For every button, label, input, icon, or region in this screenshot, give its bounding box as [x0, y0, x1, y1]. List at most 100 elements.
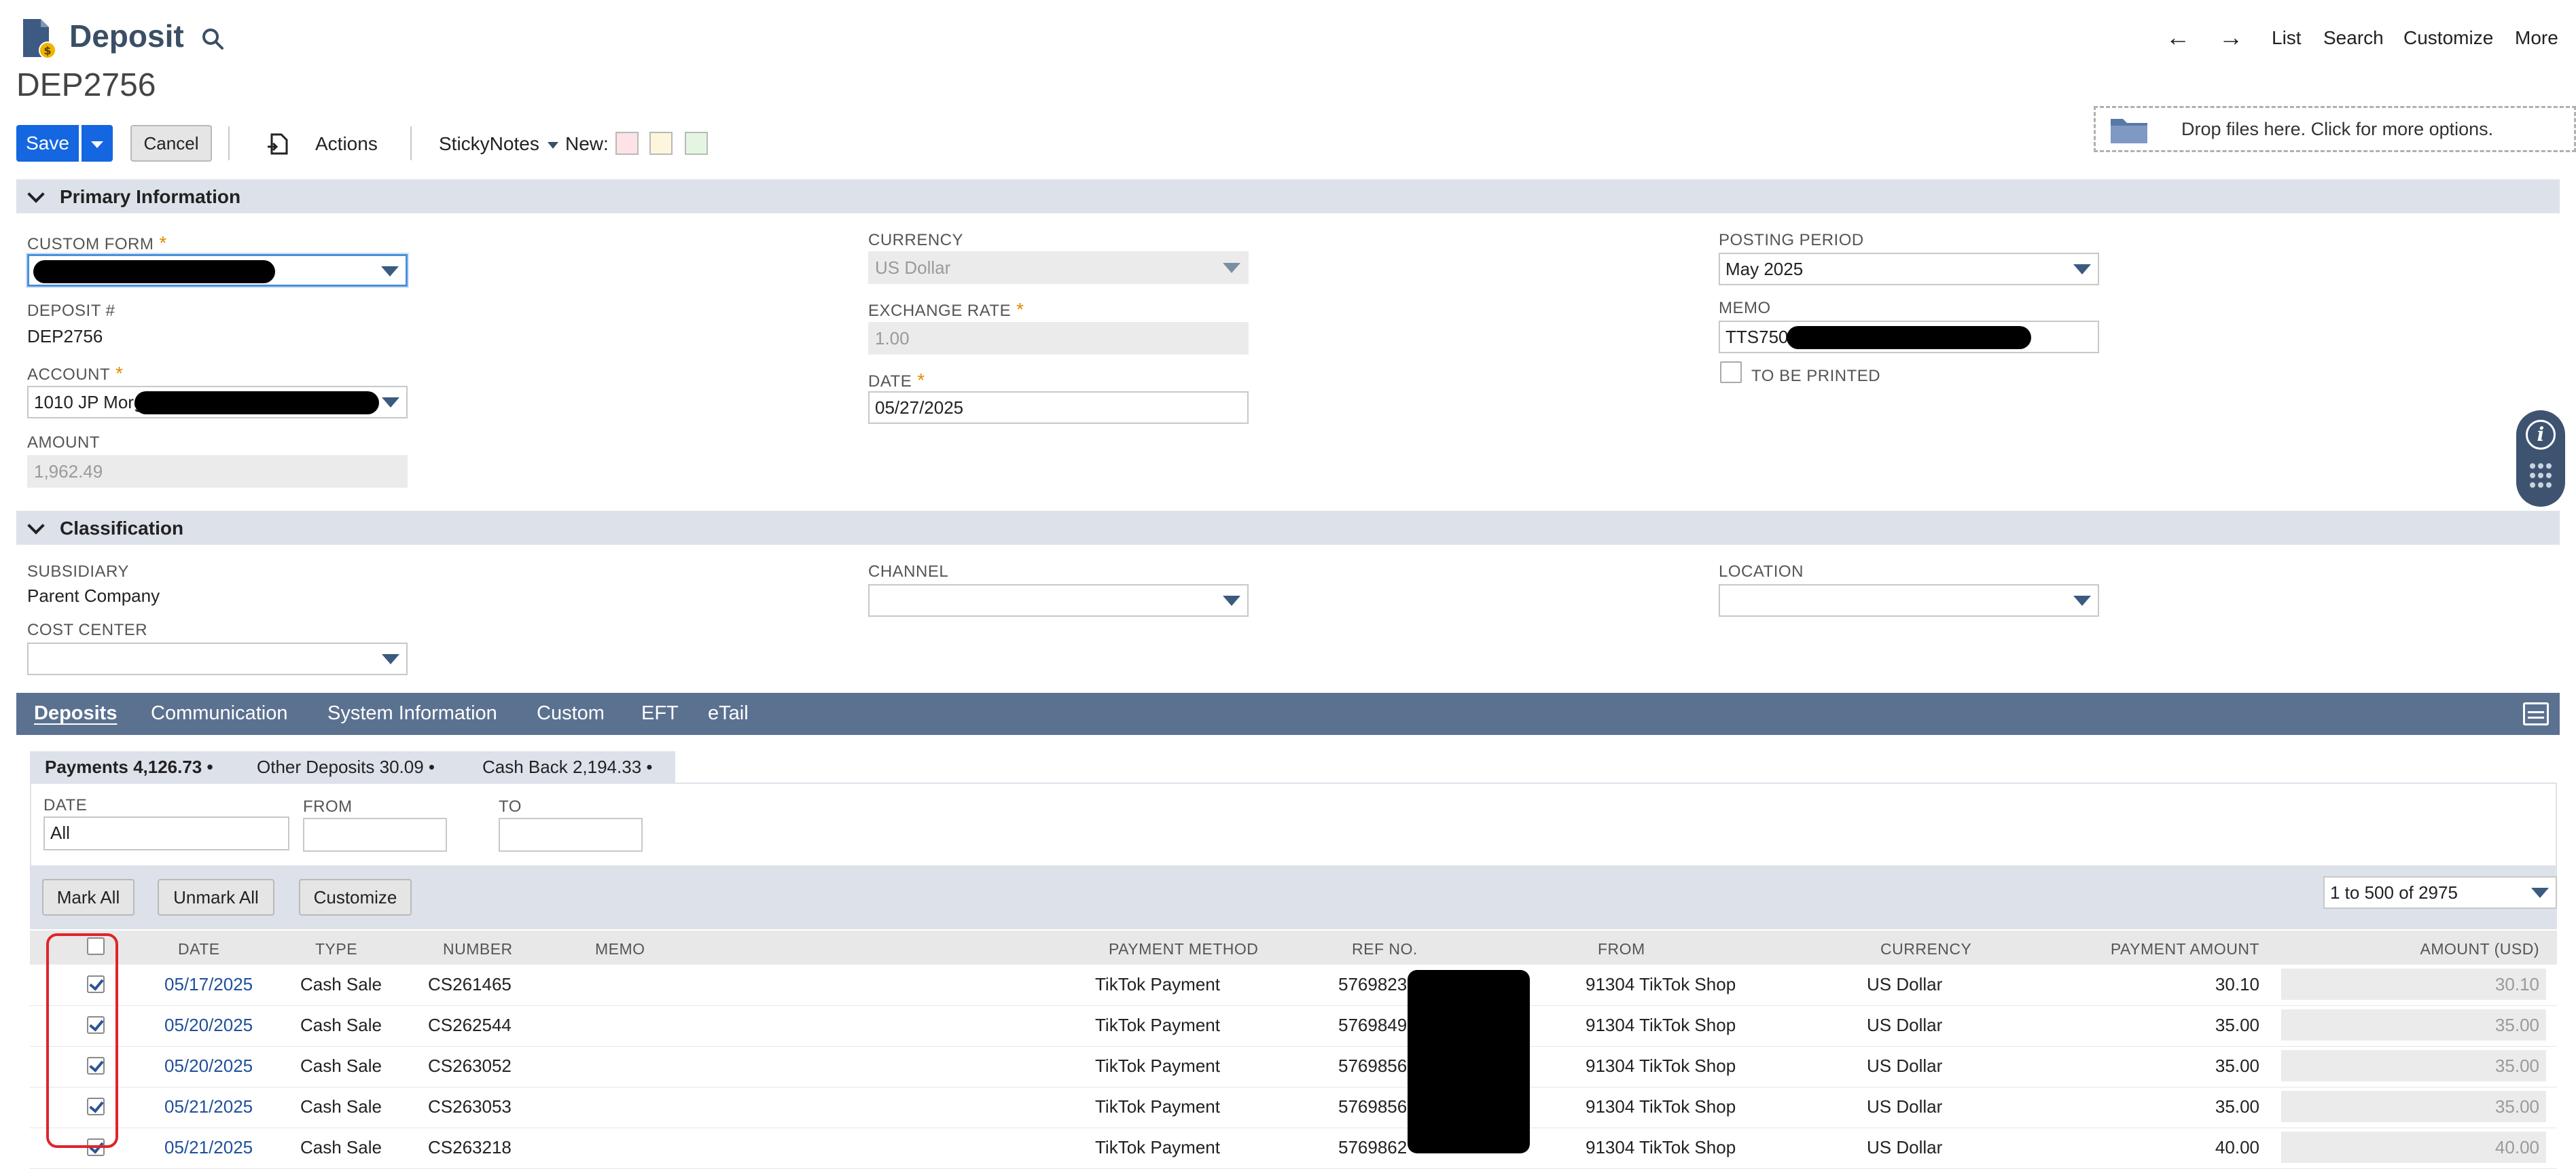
- sticky-notes-menu[interactable]: StickyNotes: [439, 133, 558, 155]
- custom-form-select[interactable]: [27, 254, 408, 287]
- subsidiary-label: SUBSIDIARY: [27, 562, 129, 581]
- search-link[interactable]: Search: [2323, 27, 2384, 49]
- customize-link[interactable]: Customize: [2403, 27, 2493, 49]
- col-memo[interactable]: MEMO: [595, 940, 645, 958]
- search-icon[interactable]: [200, 26, 227, 53]
- tab-communication[interactable]: Communication: [151, 702, 287, 725]
- more-link[interactable]: More: [2515, 27, 2558, 49]
- back-arrow-icon[interactable]: ←: [2166, 23, 2190, 52]
- file-dropzone[interactable]: Drop files here. Click for more options.: [2094, 106, 2576, 152]
- pager-select[interactable]: 1 to 500 of 2975: [2323, 876, 2557, 909]
- cell-number: CS261465: [428, 974, 512, 994]
- redacted-ref-numbers: [1408, 970, 1530, 1153]
- drag-handle-icon[interactable]: [2527, 461, 2554, 493]
- cell-from: 91304 TikTok Shop: [1586, 1056, 1736, 1076]
- col-date[interactable]: DATE: [178, 940, 220, 958]
- table-row[interactable]: 05/21/2025 Cash Sale CS263218 TikTok Paymen…: [30, 1128, 2557, 1169]
- posting-period-value: May 2025: [1725, 259, 1804, 279]
- table-row[interactable]: 05/21/2025 Cash Sale CS263053 TikTok Paymen…: [30, 1087, 2557, 1128]
- col-number[interactable]: NUMBER: [443, 940, 513, 958]
- new-green-note[interactable]: [685, 132, 708, 155]
- save-button[interactable]: Save: [16, 125, 79, 162]
- caret-down-icon: [547, 141, 558, 149]
- filter-from-input[interactable]: [303, 818, 447, 852]
- tab-system-information[interactable]: System Information: [327, 702, 497, 725]
- cell-from: 91304 TikTok Shop: [1586, 974, 1736, 994]
- tab-menu-icon[interactable]: [2523, 702, 2549, 725]
- tab-etail[interactable]: eTail: [708, 702, 749, 725]
- cell-payment-method: TikTok Payment: [1095, 1056, 1220, 1076]
- col-payment-method[interactable]: PAYMENT METHOD: [1109, 940, 1258, 958]
- filter-to-input[interactable]: [499, 818, 643, 852]
- tab-eft[interactable]: EFT: [641, 702, 679, 725]
- actions-menu[interactable]: Actions: [315, 133, 378, 155]
- cost-center-select[interactable]: [27, 643, 408, 675]
- actions-icon[interactable]: [266, 130, 291, 158]
- exchange-rate-field: 1.00: [868, 322, 1249, 355]
- account-select[interactable]: 1010 JP Morg: [27, 386, 408, 418]
- new-pink-note[interactable]: [615, 132, 639, 155]
- channel-select[interactable]: [868, 584, 1249, 617]
- date-input[interactable]: 05/27/2025: [868, 391, 1249, 424]
- dropdown-arrow-icon: [1223, 596, 1240, 606]
- info-icon[interactable]: i: [2526, 420, 2556, 450]
- dropdown-arrow-icon: [2073, 596, 2091, 606]
- forward-arrow-icon[interactable]: →: [2219, 23, 2243, 52]
- memo-input[interactable]: TTS7508: [1719, 321, 2099, 353]
- filter-date-select[interactable]: All: [43, 816, 289, 850]
- cell-amount-usd: 35.00: [2281, 1009, 2546, 1041]
- col-type[interactable]: TYPE: [315, 940, 357, 958]
- tab-custom[interactable]: Custom: [537, 702, 605, 725]
- table-row[interactable]: 05/20/2025 Cash Sale CS263052 TikTok Paymen…: [30, 1046, 2557, 1087]
- cell-from: 91304 TikTok Shop: [1586, 1096, 1736, 1117]
- dropdown-arrow-icon: [382, 654, 399, 664]
- location-select[interactable]: [1719, 584, 2099, 617]
- cell-date[interactable]: 05/21/2025: [164, 1096, 253, 1117]
- col-currency[interactable]: CURRENCY: [1880, 940, 1971, 958]
- table-row[interactable]: 05/20/2025 Cash Sale CS262544 TikTok Paymen…: [30, 1005, 2557, 1047]
- subtab-other-deposits[interactable]: Other Deposits 30.09 •: [257, 757, 435, 778]
- cell-date[interactable]: 05/20/2025: [164, 1056, 253, 1077]
- col-amount-usd[interactable]: AMOUNT (USD): [2336, 940, 2539, 958]
- pager-value: 1 to 500 of 2975: [2330, 882, 2458, 903]
- cell-amount-usd: 35.00: [2281, 1091, 2546, 1122]
- cancel-button[interactable]: Cancel: [130, 125, 212, 162]
- cell-date[interactable]: 05/17/2025: [164, 974, 253, 995]
- col-ref-no[interactable]: REF NO.: [1352, 940, 1418, 958]
- cell-payment-method: TikTok Payment: [1095, 974, 1220, 994]
- customize-button[interactable]: Customize: [299, 879, 412, 916]
- account-value: 1010 JP Morg: [34, 392, 144, 412]
- cell-number: CS263052: [428, 1056, 512, 1076]
- deposit-record-icon: $: [20, 18, 57, 60]
- page-title: Deposit: [69, 18, 184, 54]
- posting-period-select[interactable]: May 2025: [1719, 253, 2099, 285]
- classification-section[interactable]: Classification: [16, 511, 2560, 545]
- table-row[interactable]: 05/17/2025 Cash Sale CS261465 TikTok Paymen…: [30, 965, 2557, 1006]
- new-yellow-note[interactable]: [649, 132, 673, 155]
- dropdown-arrow-icon: [381, 266, 399, 276]
- primary-information-section[interactable]: Primary Information: [16, 179, 2560, 213]
- to-be-printed-checkbox[interactable]: [1720, 361, 1742, 383]
- cell-type: Cash Sale: [300, 1056, 382, 1076]
- collapse-chevron-icon: [27, 185, 45, 203]
- exchange-rate-label: EXCHANGE RATE *: [868, 299, 1024, 320]
- collapse-chevron-icon: [27, 517, 45, 535]
- checkbox-column-highlight: [46, 933, 118, 1148]
- col-from[interactable]: FROM: [1598, 940, 1645, 958]
- cell-date[interactable]: 05/20/2025: [164, 1015, 253, 1036]
- mark-all-button[interactable]: Mark All: [42, 879, 135, 916]
- cell-ref-no: 5769823: [1338, 974, 1408, 994]
- help-widget[interactable]: i: [2516, 410, 2565, 507]
- list-link[interactable]: List: [2272, 27, 2302, 49]
- subtab-payments[interactable]: Payments 4,126.73 •: [45, 757, 213, 778]
- save-options-dropdown[interactable]: [82, 125, 113, 162]
- account-label: ACCOUNT *: [27, 363, 124, 384]
- custom-form-label: CUSTOM FORM *: [27, 232, 167, 253]
- col-payment-amount[interactable]: PAYMENT AMOUNT: [2096, 940, 2259, 958]
- subtab-bar: Deposits Communication System Informatio…: [16, 693, 2560, 735]
- subtab-cash-back[interactable]: Cash Back 2,194.33 •: [482, 757, 652, 778]
- cell-date[interactable]: 05/21/2025: [164, 1137, 253, 1158]
- unmark-all-button[interactable]: Unmark All: [158, 879, 274, 916]
- cell-ref-no: 5769856: [1338, 1096, 1408, 1117]
- tab-deposits[interactable]: Deposits: [34, 702, 117, 725]
